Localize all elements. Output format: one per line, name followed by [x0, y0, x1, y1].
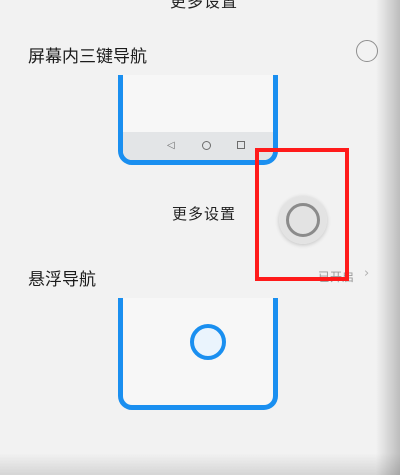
three-key-nav-label[interactable]: 屏幕内三键导航	[28, 42, 147, 67]
chevron-right-icon: ›	[364, 266, 370, 281]
highlight-box	[255, 148, 349, 281]
three-key-nav-radio[interactable]	[356, 40, 378, 62]
recent-apps-icon	[237, 141, 245, 149]
back-icon: ◁	[167, 140, 175, 151]
nav-bar-preview: ◁	[123, 132, 273, 160]
more-settings-top-link[interactable]: 更多设置	[170, 0, 238, 12]
screen: 更多设置 屏幕内三键导航 ◁ 更多设置 悬浮导航 已开启 ›	[0, 0, 400, 475]
more-settings-link[interactable]: 更多设置	[172, 203, 236, 224]
floating-nav-preview[interactable]	[118, 298, 278, 410]
floating-dot-icon	[190, 324, 226, 360]
three-key-nav-preview[interactable]: ◁	[118, 75, 278, 165]
floating-nav-label[interactable]: 悬浮导航	[28, 265, 96, 290]
home-icon	[202, 141, 211, 150]
bottom-shadow	[0, 453, 400, 475]
edge-shadow	[376, 0, 400, 475]
